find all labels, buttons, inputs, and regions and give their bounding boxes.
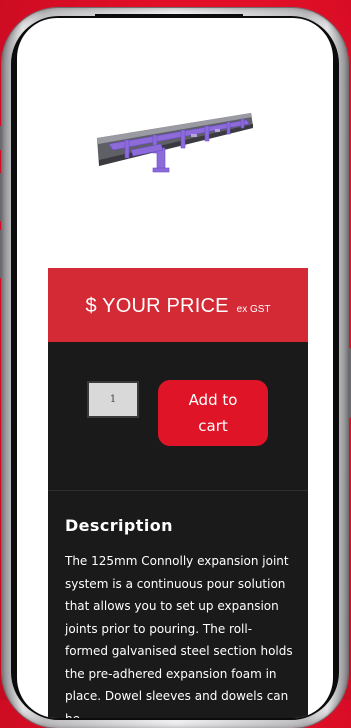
phone-volume-down-button — [0, 230, 2, 278]
add-to-cart-button[interactable]: Add to cart — [158, 380, 268, 446]
price-bar: $ YOUR PRICE ex GST — [48, 268, 308, 342]
price-suffix: ex GST — [236, 304, 271, 315]
phone-frame: $ YOUR PRICE ex GST Add to cart Descript… — [0, 8, 351, 728]
section-divider — [48, 490, 308, 491]
product-card: $ YOUR PRICE ex GST Add to cart Descript… — [48, 268, 308, 718]
description-title: Description — [65, 516, 173, 535]
phone-side-button — [0, 126, 2, 150]
phone-volume-up-button — [0, 173, 2, 221]
product-image — [97, 113, 253, 173]
price-label: $ YOUR PRICE — [85, 295, 229, 317]
phone-screen: $ YOUR PRICE ex GST Add to cart Descript… — [17, 18, 333, 718]
description-text: The 125mm Connolly expansion joint syste… — [65, 554, 293, 718]
quantity-input[interactable] — [87, 381, 139, 418]
